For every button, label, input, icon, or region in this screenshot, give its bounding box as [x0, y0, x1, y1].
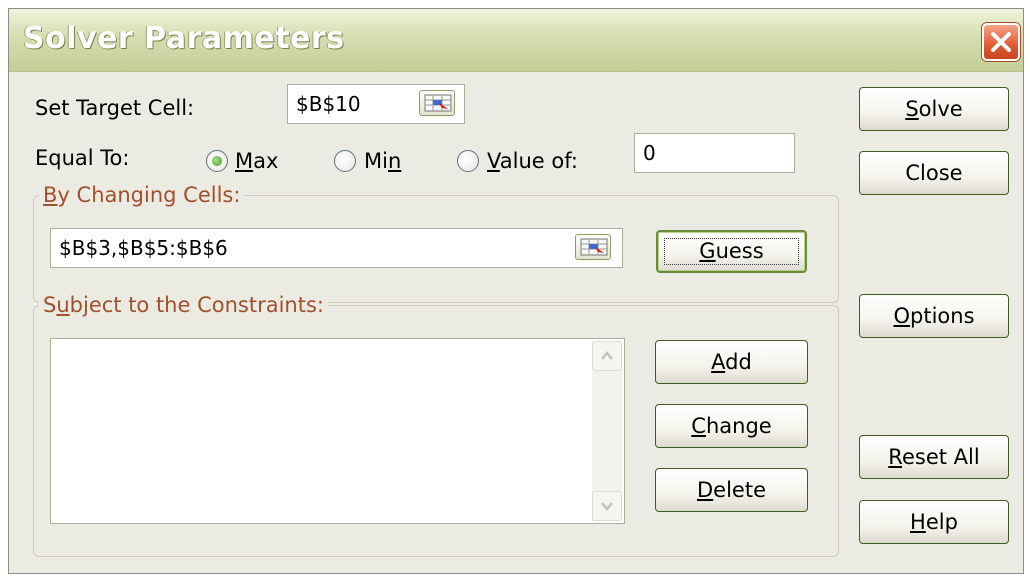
guess-button-label: Guess	[699, 239, 763, 263]
equal-to-label: Equal To:	[35, 146, 130, 170]
help-mnemonic: H	[910, 510, 926, 534]
add-button[interactable]: Add	[655, 340, 808, 384]
constraints-scrollbar[interactable]	[592, 341, 622, 521]
value-of-label-rest: alue of:	[499, 149, 578, 173]
change-button-label: Change	[691, 414, 771, 438]
radio-selected-dot	[212, 156, 222, 166]
max-label-rest: ax	[253, 149, 279, 173]
help-label-rest: elp	[925, 510, 958, 534]
reset-all-button[interactable]: Reset All	[859, 435, 1009, 479]
help-button[interactable]: Help	[859, 500, 1009, 544]
scroll-up-button[interactable]	[592, 341, 622, 371]
guess-label-rest: uess	[715, 239, 764, 263]
constraints-label-prefix: S	[43, 293, 57, 317]
min-label[interactable]: Min	[364, 149, 401, 173]
value-of-input[interactable]: 0	[634, 133, 795, 173]
reset-all-mnemonic: R	[888, 445, 902, 469]
options-button-label: Options	[893, 304, 974, 328]
change-label-rest: hange	[705, 414, 772, 438]
add-button-label: Add	[711, 350, 752, 374]
add-mnemonic: A	[711, 350, 726, 374]
solver-parameters-dialog: Solver Parameters Set Target Cell: $B$10	[8, 8, 1024, 574]
options-mnemonic: O	[893, 304, 911, 328]
min-mnemonic: n	[387, 149, 402, 173]
solve-button-label: Solve	[905, 97, 962, 121]
solve-mnemonic: S	[905, 97, 919, 121]
min-radio[interactable]	[334, 150, 356, 172]
solve-button[interactable]: Solve	[859, 87, 1009, 131]
window-title: Solver Parameters	[23, 21, 345, 56]
reset-all-button-label: Reset All	[888, 445, 979, 469]
solve-label-rest: olve	[918, 97, 963, 121]
reset-all-label-rest: eset All	[901, 445, 980, 469]
max-mnemonic: M	[235, 149, 254, 173]
options-button[interactable]: Options	[859, 294, 1009, 338]
target-range-picker-button[interactable]	[419, 90, 455, 116]
options-label-rest: ptions	[910, 304, 975, 328]
changing-cells-label-rest: y Changing Cells:	[57, 183, 241, 207]
constraints-label-rest: bject to the Constraints:	[69, 293, 324, 317]
help-button-label: Help	[910, 510, 958, 534]
close-button-label: Close	[905, 161, 963, 185]
change-button[interactable]: Change	[655, 404, 808, 448]
delete-button[interactable]: Delete	[655, 468, 808, 512]
set-target-cell-label: Set Target Cell:	[35, 96, 195, 120]
value-of-mnemonic: V	[487, 149, 500, 173]
changing-range-picker-button[interactable]	[575, 234, 611, 260]
min-label-prefix: Mi	[364, 149, 388, 173]
guess-button[interactable]: Guess	[656, 230, 807, 273]
change-mnemonic: C	[691, 414, 706, 438]
delete-label-rest: elete	[713, 478, 766, 502]
constraints-label: Subject to the Constraints:	[39, 293, 328, 317]
constraints-list[interactable]	[50, 338, 625, 524]
delete-button-label: Delete	[697, 478, 766, 502]
value-of-label[interactable]: Value of:	[487, 149, 578, 173]
max-radio[interactable]	[206, 150, 228, 172]
max-label[interactable]: Max	[235, 149, 278, 173]
changing-cells-input[interactable]: $B$3,$B$5:$B$6	[50, 228, 623, 268]
guess-mnemonic: G	[699, 239, 716, 263]
close-button[interactable]: Close	[859, 151, 1009, 195]
constraints-mnemonic: u	[56, 293, 70, 317]
changing-cells-label: By Changing Cells:	[39, 183, 245, 207]
add-label-rest: dd	[725, 350, 752, 374]
delete-mnemonic: D	[697, 478, 714, 502]
changing-cells-mnemonic: B	[43, 183, 58, 207]
close-window-button[interactable]	[982, 23, 1020, 61]
title-bar[interactable]: Solver Parameters	[9, 9, 1023, 72]
scroll-down-button[interactable]	[592, 491, 622, 521]
value-of-radio[interactable]	[457, 150, 479, 172]
